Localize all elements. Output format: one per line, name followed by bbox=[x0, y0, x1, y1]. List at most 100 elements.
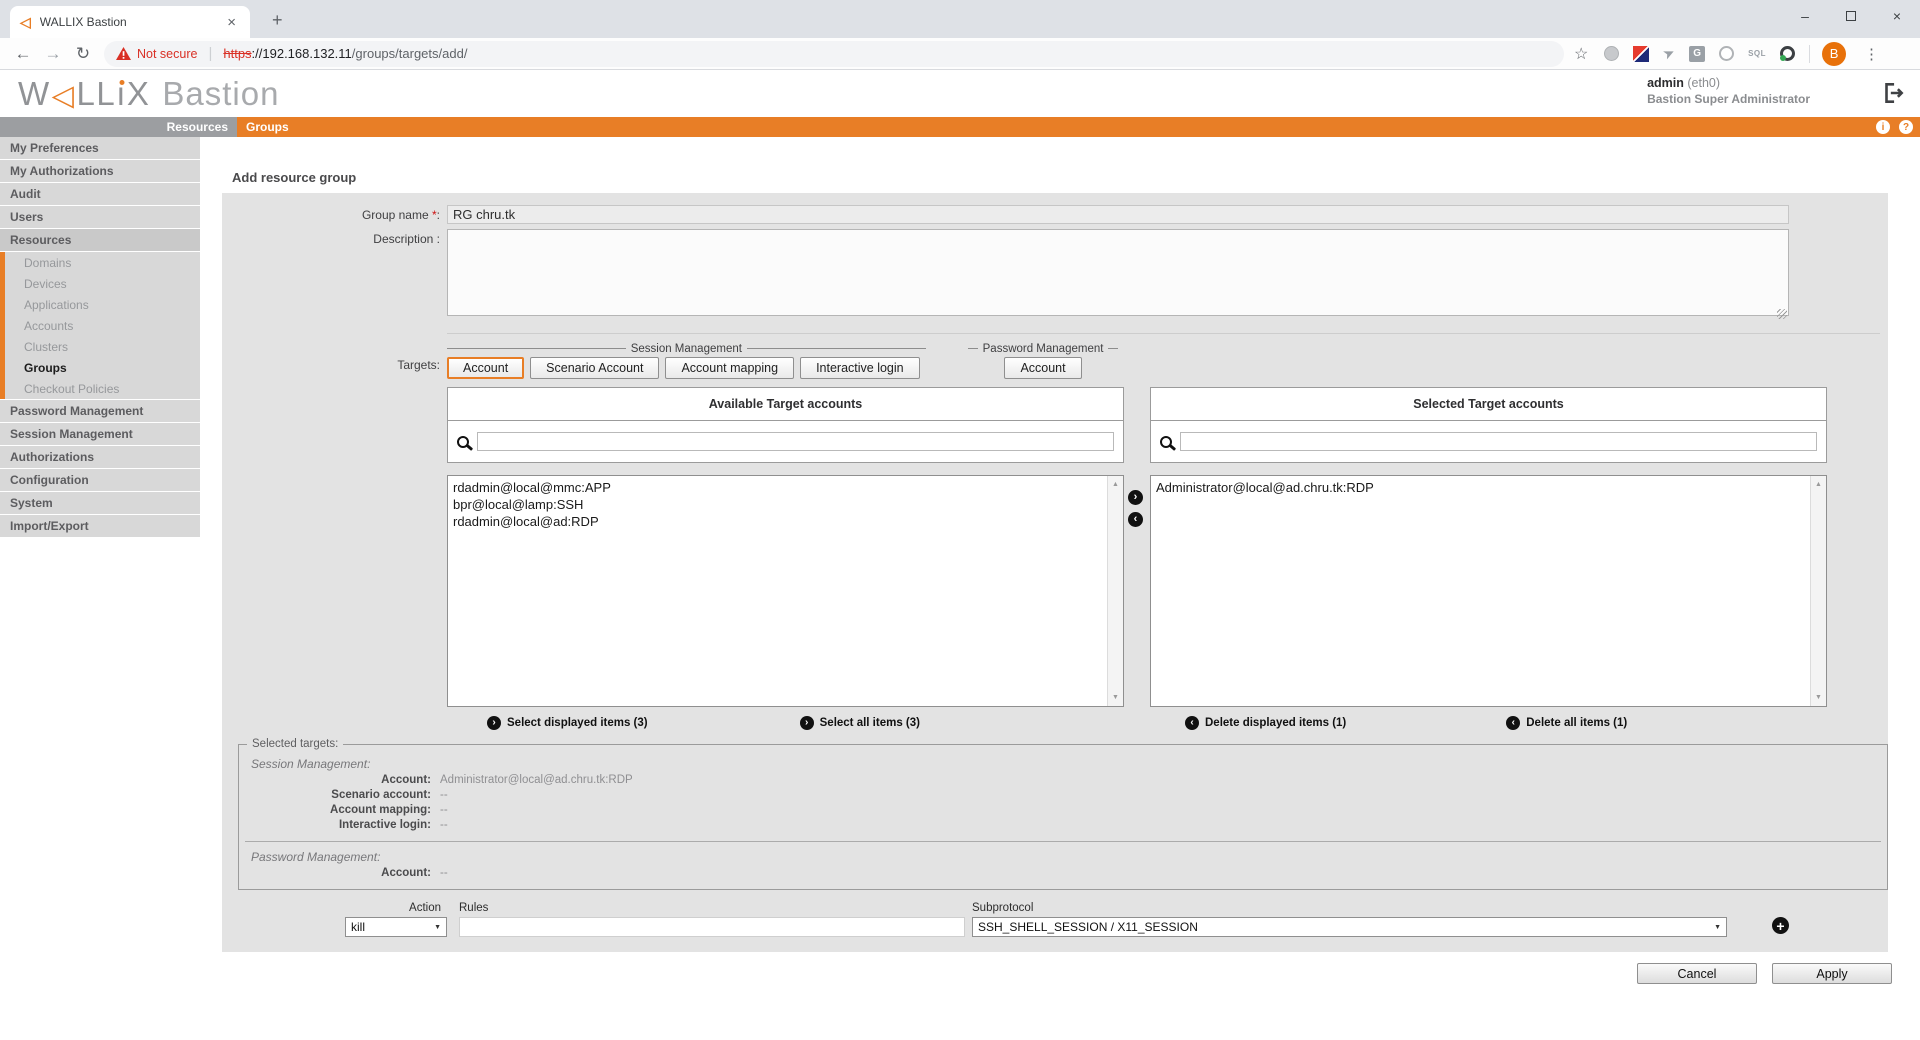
group-name-label: Group name *: bbox=[222, 205, 440, 224]
select-displayed-items-link[interactable]: › Select displayed items (3) bbox=[487, 716, 648, 730]
cursor-extension-icon[interactable]: ➤ bbox=[1660, 43, 1678, 63]
sidebar-item-clusters[interactable]: Clusters bbox=[5, 336, 200, 357]
sidebar-item-import-export[interactable]: Import/Export bbox=[0, 515, 200, 537]
info-icon[interactable]: i bbox=[1876, 120, 1890, 134]
sidebar-item-users[interactable]: Users bbox=[0, 206, 200, 228]
sidebar-item-session-management[interactable]: Session Management bbox=[0, 423, 200, 445]
search-icon bbox=[1160, 436, 1172, 448]
window-controls: – × bbox=[1782, 0, 1920, 32]
logo-product: Bastion bbox=[162, 75, 279, 113]
window-minimize-button[interactable]: – bbox=[1782, 0, 1828, 32]
list-item[interactable]: rdadmin@local@mmc:APP bbox=[448, 479, 1103, 496]
arrow-left-circle-icon: ‹ bbox=[1185, 716, 1199, 730]
group-name-input[interactable] bbox=[447, 205, 1789, 224]
sidebar-item-checkout-policies[interactable]: Checkout Policies bbox=[5, 378, 200, 399]
navbar-item-resources[interactable]: Resources bbox=[167, 120, 228, 134]
new-tab-button[interactable]: + bbox=[266, 8, 289, 33]
summary-row-value: -- bbox=[440, 819, 448, 831]
selected-accounts-listbox[interactable]: Administrator@local@ad.chru.tk:RDP ▲ ▼ bbox=[1150, 475, 1827, 707]
back-icon[interactable]: ← bbox=[8, 44, 38, 64]
scroll-down-icon[interactable]: ▼ bbox=[1108, 690, 1123, 705]
browser-tab[interactable]: ◁ WALLIX Bastion × bbox=[10, 6, 250, 38]
target-type-account-button[interactable]: Account bbox=[447, 357, 524, 379]
sidebar-item-resources[interactable]: Resources bbox=[0, 229, 200, 251]
sidebar-item-groups[interactable]: Groups bbox=[5, 357, 200, 378]
scroll-down-icon[interactable]: ▼ bbox=[1811, 690, 1826, 705]
profile-avatar[interactable]: B bbox=[1822, 42, 1846, 66]
target-type-account-mapping-button[interactable]: Account mapping bbox=[665, 357, 794, 379]
scrollbar[interactable]: ▲ ▼ bbox=[1810, 476, 1826, 706]
bookmark-star-icon[interactable]: ☆ bbox=[1574, 44, 1588, 64]
sidebar: My Preferences My Authorizations Audit U… bbox=[0, 137, 200, 1040]
search-icon bbox=[457, 436, 469, 448]
browser-menu-icon[interactable]: ⋮ bbox=[1858, 45, 1885, 63]
arrow-right-circle-icon: › bbox=[487, 716, 501, 730]
subprotocol-select[interactable]: SSH_SHELL_SESSION / X11_SESSION ▼ bbox=[972, 917, 1727, 937]
sidebar-item-my-preferences[interactable]: My Preferences bbox=[0, 137, 200, 159]
scroll-up-icon[interactable]: ▲ bbox=[1108, 477, 1123, 492]
move-left-button[interactable]: ‹ bbox=[1128, 512, 1143, 527]
sidebar-item-my-authorizations[interactable]: My Authorizations bbox=[0, 160, 200, 182]
browser-tabstrip: ◁ WALLIX Bastion × + – × bbox=[0, 0, 1920, 38]
target-type-interactive-login-button[interactable]: Interactive login bbox=[800, 357, 920, 379]
navbar-section-area: Resources bbox=[0, 117, 237, 137]
sql-extension-icon[interactable]: SQL bbox=[1748, 49, 1766, 58]
delete-all-items-link[interactable]: ‹ Delete all items (1) bbox=[1506, 716, 1627, 730]
address-bar[interactable]: Not secure | https://192.168.132.11/grou… bbox=[104, 41, 1564, 67]
window-restore-button[interactable] bbox=[1828, 0, 1874, 32]
cookie-extension-icon[interactable] bbox=[1604, 46, 1619, 61]
password-management-legend: Password Management bbox=[968, 342, 1119, 355]
sidebar-item-audit[interactable]: Audit bbox=[0, 183, 200, 205]
available-accounts-listbox[interactable]: rdadmin@local@mmc:APP bpr@local@lamp:SSH… bbox=[447, 475, 1124, 707]
sidebar-item-devices[interactable]: Devices bbox=[5, 273, 200, 294]
flag-extension-icon[interactable] bbox=[1633, 46, 1649, 62]
sidebar-item-configuration[interactable]: Configuration bbox=[0, 469, 200, 491]
select-all-items-link[interactable]: › Select all items (3) bbox=[800, 716, 920, 730]
sidebar-item-applications[interactable]: Applications bbox=[5, 294, 200, 315]
scrollbar[interactable]: ▲ ▼ bbox=[1107, 476, 1123, 706]
password-account-button[interactable]: Account bbox=[1004, 357, 1081, 379]
scroll-up-icon[interactable]: ▲ bbox=[1811, 477, 1826, 492]
resize-grip-icon[interactable] bbox=[1777, 309, 1787, 319]
sidebar-item-password-management[interactable]: Password Management bbox=[0, 400, 200, 422]
arrow-right-circle-icon: › bbox=[800, 716, 814, 730]
logout-icon[interactable] bbox=[1880, 80, 1906, 111]
sidebar-item-authorizations[interactable]: Authorizations bbox=[0, 446, 200, 468]
selected-search-input[interactable] bbox=[1180, 432, 1817, 451]
tab-close-icon[interactable]: × bbox=[223, 13, 240, 32]
window-close-button[interactable]: × bbox=[1874, 0, 1920, 32]
help-icon[interactable]: ? bbox=[1899, 120, 1913, 134]
action-select[interactable]: kill ▼ bbox=[345, 917, 447, 937]
sidebar-item-system[interactable]: System bbox=[0, 492, 200, 514]
move-right-button[interactable]: › bbox=[1128, 490, 1143, 505]
main-content: Add resource group Group name *: Descrip… bbox=[200, 137, 1920, 1040]
description-textarea[interactable] bbox=[447, 229, 1789, 316]
app-header: W◁LLıXBastion admin (eth0) Bastion Super… bbox=[0, 70, 1920, 117]
chevron-down-icon: ▼ bbox=[434, 924, 441, 931]
forward-icon[interactable]: → bbox=[38, 44, 68, 64]
list-item[interactable]: Administrator@local@ad.chru.tk:RDP bbox=[1151, 479, 1806, 496]
delete-displayed-items-link[interactable]: ‹ Delete displayed items (1) bbox=[1185, 716, 1346, 730]
wallix-favicon-icon: ◁ bbox=[20, 14, 31, 31]
targets-label: Targets: bbox=[222, 342, 440, 379]
cancel-button[interactable]: Cancel bbox=[1637, 963, 1757, 984]
rules-input[interactable] bbox=[459, 917, 965, 937]
summary-row-label: Account: bbox=[239, 774, 431, 786]
target-type-scenario-account-button[interactable]: Scenario Account bbox=[530, 357, 659, 379]
list-item[interactable]: bpr@local@lamp:SSH bbox=[448, 496, 1103, 513]
user-role: Bastion Super Administrator bbox=[1647, 92, 1810, 106]
description-label: Description : bbox=[222, 229, 440, 321]
sidebar-item-accounts[interactable]: Accounts bbox=[5, 315, 200, 336]
warning-triangle-icon bbox=[116, 47, 131, 60]
circle-extension-icon[interactable] bbox=[1719, 46, 1734, 61]
available-search-input[interactable] bbox=[477, 432, 1114, 451]
list-item[interactable]: rdadmin@local@ad:RDP bbox=[448, 513, 1103, 530]
add-rule-button[interactable]: + bbox=[1772, 917, 1789, 934]
navbar-item-groups[interactable]: Groups bbox=[246, 120, 289, 134]
apply-button[interactable]: Apply bbox=[1772, 963, 1892, 984]
not-secure-label[interactable]: Not secure bbox=[137, 47, 197, 61]
sidebar-item-domains[interactable]: Domains bbox=[5, 252, 200, 273]
reload-icon[interactable]: ↻ bbox=[68, 44, 98, 64]
g-extension-icon[interactable]: G bbox=[1689, 46, 1705, 62]
q-extension-icon[interactable] bbox=[1780, 46, 1795, 61]
